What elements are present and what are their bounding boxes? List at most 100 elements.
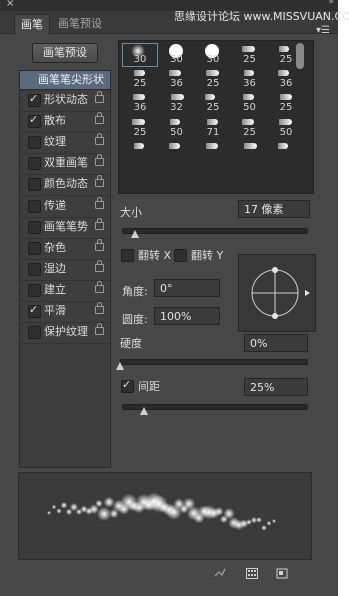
lock-icon[interactable] (95, 91, 104, 103)
option-checkbox[interactable] (28, 178, 41, 192)
brush-tip-cell[interactable] (196, 141, 230, 163)
lock-icon[interactable] (95, 133, 104, 146)
panel-menu-icon[interactable]: ▾☰ (316, 25, 330, 36)
preview-dab (47, 510, 51, 515)
brush-tip-cell[interactable]: 30 (122, 43, 158, 67)
brush-tip-cell[interactable]: 30 (160, 44, 194, 66)
lock-icon[interactable] (95, 302, 104, 314)
size-label: 大小 (120, 206, 142, 219)
spacing-slider-thumb[interactable] (140, 407, 149, 415)
brush-tip-cell[interactable]: 50 (160, 117, 194, 139)
brush-size-label: 32 (170, 102, 183, 114)
toggle-brush-icon[interactable] (214, 568, 226, 579)
lock-icon[interactable] (95, 217, 104, 230)
size-slider-thumb[interactable] (130, 230, 139, 238)
size-field[interactable]: 17 像素 (238, 200, 310, 218)
brush-tip-cell[interactable] (233, 141, 267, 163)
brush-option-item[interactable]: 颜色动态 (20, 174, 110, 197)
collapse-icon[interactable]: » (328, 0, 333, 7)
brush-option-item[interactable]: 传递 (20, 196, 110, 218)
option-checkbox[interactable] (28, 283, 41, 297)
option-checkbox[interactable] (28, 113, 41, 129)
brush-tip-cell[interactable]: 36 (269, 68, 303, 90)
brush-option-item[interactable]: 纹理 (20, 132, 110, 155)
option-checkbox[interactable] (28, 262, 41, 276)
lock-icon[interactable] (95, 175, 104, 188)
spacing-field[interactable]: 25% (244, 378, 308, 396)
hardness-field[interactable]: 0% (244, 334, 308, 352)
preview-dab (261, 524, 267, 531)
flip-y-label: 翻转 Y (191, 249, 224, 262)
brush-option-item[interactable]: 平滑 (20, 301, 110, 323)
flip-x-checkbox[interactable] (121, 249, 134, 262)
hardness-slider[interactable] (120, 359, 308, 365)
brush-tip-cell[interactable]: 32 (160, 92, 194, 114)
lock-icon[interactable] (95, 196, 104, 209)
brush-tip-cell[interactable]: 25 (123, 117, 157, 139)
brush-tip-cell[interactable] (123, 141, 157, 163)
brush-option-item[interactable]: 双重画笔 (20, 153, 110, 176)
brush-tip-cell[interactable]: 25 (269, 92, 303, 114)
brush-tip-cell[interactable]: 50 (233, 92, 267, 114)
brush-option-item[interactable]: 保护纹理 (20, 322, 110, 345)
option-checkbox[interactable] (28, 220, 41, 234)
angle-roundness-widget[interactable] (238, 254, 316, 332)
option-checkbox[interactable] (28, 241, 41, 255)
option-checkbox[interactable] (28, 136, 41, 150)
brush-option-item[interactable]: 形状动态 (20, 90, 110, 112)
flip-y-checkbox[interactable] (174, 249, 187, 262)
lock-icon[interactable] (95, 154, 104, 167)
brush-option-item[interactable]: 湿边 (20, 259, 110, 281)
roundness-field[interactable]: 100% (154, 307, 220, 325)
brush-size-label: 30 (170, 54, 183, 65)
lock-icon[interactable] (95, 238, 104, 251)
size-slider[interactable] (122, 228, 308, 234)
bristle-brush-icon (278, 70, 289, 77)
option-checkbox[interactable] (28, 157, 41, 171)
tab-brush-presets[interactable]: 画笔预设 (52, 14, 108, 33)
brush-presets-button[interactable]: 画笔预设 (32, 43, 98, 63)
angle-field[interactable]: 0° (154, 279, 220, 297)
brush-size-label: 36 (243, 78, 256, 90)
brush-grid-scrollbar[interactable] (296, 43, 304, 69)
option-checkbox[interactable] (28, 92, 41, 107)
brush-option-item[interactable]: 画笔笔势 (20, 217, 110, 239)
angle-circle-icon (251, 267, 310, 319)
brush-tip-cell[interactable]: 71 (196, 117, 230, 139)
option-checkbox[interactable] (28, 303, 41, 318)
spacing-checkbox[interactable] (121, 378, 134, 393)
new-brush-icon[interactable] (276, 568, 288, 579)
brush-tip-cell[interactable]: 30 (196, 44, 230, 66)
brush-tip-cell[interactable] (160, 141, 194, 163)
lock-icon[interactable] (95, 259, 104, 272)
brush-tip-cell[interactable]: 36 (233, 68, 267, 90)
lock-icon[interactable] (95, 280, 104, 293)
brush-tip-cell[interactable]: 25 (196, 68, 230, 90)
brush-tip-cell[interactable]: 25 (233, 44, 267, 66)
brush-tip-cell[interactable]: 25 (196, 92, 230, 114)
brush-option-item[interactable]: 建立 (20, 280, 110, 302)
brush-tip-cell[interactable]: 25 (123, 68, 157, 90)
option-label: 湿边 (44, 261, 66, 275)
brush-tip-cell[interactable]: 50 (269, 117, 303, 139)
bristle-brush-icon (206, 70, 219, 77)
brush-option-item[interactable]: 散布 (20, 111, 110, 134)
hardness-slider-thumb[interactable] (116, 362, 124, 370)
brush-tip-cell[interactable]: 25 (233, 117, 267, 139)
brush-tip-cell[interactable]: 36 (123, 92, 157, 114)
brush-option-item[interactable]: 杂色 (20, 238, 110, 260)
angle-label: 角度: (122, 285, 148, 298)
close-icon[interactable]: × (6, 0, 14, 9)
lock-icon[interactable] (95, 112, 104, 125)
tab-brush[interactable]: 画笔 (14, 14, 50, 34)
brush-size-label: 25 (133, 126, 147, 138)
option-checkbox[interactable] (28, 199, 41, 213)
brush-tip-cell[interactable]: 36 (160, 68, 194, 90)
brush-tip-cell[interactable] (269, 141, 303, 163)
brush-tip-shape-item[interactable]: 画笔笔尖形状 (20, 71, 110, 90)
lock-icon[interactable] (95, 323, 104, 336)
bristle-brush-icon (169, 118, 180, 125)
option-checkbox[interactable] (28, 326, 41, 340)
grid-icon[interactable] (246, 568, 258, 579)
spacing-slider[interactable] (122, 404, 308, 410)
